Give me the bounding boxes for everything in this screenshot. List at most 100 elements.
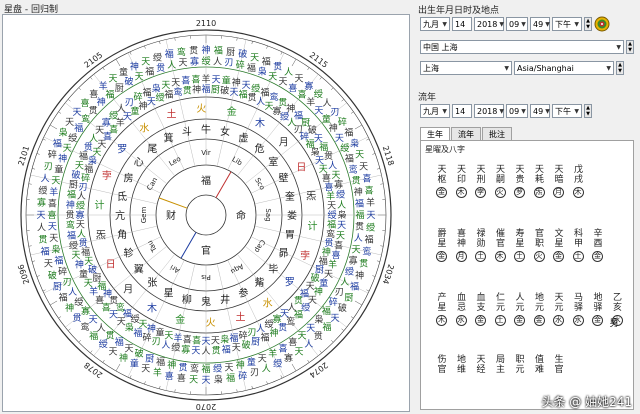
chevron-down-icon: ▼ xyxy=(574,20,579,28)
chevron-down-icon: ▼ xyxy=(574,107,579,115)
mansion-char: 虚 xyxy=(238,133,248,145)
outer-ring-char: 破 xyxy=(338,302,347,314)
chevron-down-icon: ▼ xyxy=(606,64,611,72)
birth-minute-select[interactable]: 49 ▼ xyxy=(530,17,550,31)
planet-char: 炁 xyxy=(306,190,316,202)
outer-ring-char: 厨 xyxy=(115,83,124,94)
outer-ring-char: 童 xyxy=(54,164,63,176)
outer-ring-char: 绶 xyxy=(38,184,47,196)
house-char: 官 xyxy=(201,244,211,257)
wheel-tick xyxy=(307,359,310,363)
outer-ring-char: 绶 xyxy=(153,51,162,63)
outer-ring-char: 人 xyxy=(167,60,176,71)
wheel-tick xyxy=(380,245,384,247)
outer-ring-char: 天 xyxy=(171,78,180,88)
wheel-tick xyxy=(174,37,176,41)
star-row1-5-label: 天耗 xyxy=(534,165,544,185)
outer-ring-char: 人 xyxy=(262,364,271,375)
planet-char: 火 xyxy=(206,317,216,329)
flow-year-select[interactable]: 2018 ▼ xyxy=(474,104,504,118)
outer-ring-char: 绶 xyxy=(345,265,354,277)
outer-ring-char: 人 xyxy=(37,222,46,233)
flow-month-select[interactable]: 九月 ▼ xyxy=(420,104,450,118)
star-row3-8-element: 金 xyxy=(592,315,603,326)
flow-minute-select[interactable]: 49 ▼ xyxy=(530,104,550,118)
wheel-tick xyxy=(115,58,121,67)
mansion-char: 胃 xyxy=(285,229,295,241)
outer-ring-char: 天 xyxy=(141,57,150,67)
birth-country-select[interactable]: 中国 上海 ▼ xyxy=(420,40,624,54)
outer-ring-char: 喜 xyxy=(48,197,57,209)
outer-ring-char: 福 xyxy=(59,292,68,304)
outer-ring-char: 天 xyxy=(335,134,344,144)
star-row3-3-element: 土 xyxy=(494,315,506,326)
outer-ring-char: 喜 xyxy=(165,370,174,382)
wheel-tick xyxy=(67,99,71,102)
chart-canvas[interactable]: 2110 2115 2118 2034 2074 2070 2078 2096 2101 2105… xyxy=(2,14,410,412)
outer-ring-char: 福 xyxy=(239,89,248,101)
birth-hour-select[interactable]: 09 ▼ xyxy=(506,17,528,31)
birth-datetime-row: 九月 ▼ 14 2018 ▼ 09 ▼ 49 ▼ 下午 ▼ ▲ ▼ xyxy=(420,16,610,32)
outer-ring-char: 喜 xyxy=(47,209,56,221)
outer-ring-char: 羊 xyxy=(153,367,162,379)
outer-ring-char: 绶 xyxy=(213,363,222,375)
outer-ring-char: 喜 xyxy=(362,172,371,184)
birth-year-select[interactable]: 2018 ▼ xyxy=(474,17,504,31)
mansion-char: 轸 xyxy=(124,246,134,259)
compass-icon[interactable] xyxy=(594,16,610,32)
outer-ring-char: 福 xyxy=(247,62,256,74)
stars-panel: 星曜及八字 天枢金天印木天刑孛天嗣火天贵罗天耗炁天暗月戊戌木爵星金喜神月禄勋土催… xyxy=(420,140,634,410)
birth-month-select[interactable]: 九月 ▼ xyxy=(420,17,450,31)
year-label: 2074 xyxy=(308,360,330,379)
star-row2-0-element: 金 xyxy=(436,251,447,262)
flow-time-spinner[interactable]: ▲ ▼ xyxy=(584,104,592,118)
birth-city-select[interactable]: 上海 ▼ xyxy=(420,61,512,75)
flow-section-title: 流年 xyxy=(418,93,437,103)
star-row1-7-label: 戊戌 xyxy=(573,165,583,185)
wheel-tick xyxy=(28,245,32,247)
star-row3-7-label: 马驿 xyxy=(573,293,583,313)
wheel-tick xyxy=(102,359,105,363)
birth-ampm-select[interactable]: 下午 ▼ xyxy=(552,17,582,31)
flow-day-field[interactable]: 14 xyxy=(452,104,472,118)
outer-ring-char: 人 xyxy=(213,56,222,67)
mansion-char: 斗 xyxy=(182,126,192,138)
gender-label: 男 xyxy=(609,319,619,329)
astrology-wheel[interactable]: 2110 2115 2118 2034 2074 2070 2078 2096 2101 2105… xyxy=(3,15,409,411)
outer-ring-char: 鸾 xyxy=(362,246,371,258)
outer-ring-char: 绶 xyxy=(251,82,260,94)
outer-ring-char: 天 xyxy=(211,337,220,347)
outer-ring-char: 寡 xyxy=(272,313,281,325)
star-row3-0-element: 木 xyxy=(436,315,447,326)
chevron-down-icon: ▼ xyxy=(545,107,550,115)
country-spinner[interactable]: ▲ ▼ xyxy=(626,40,634,54)
wheel-tick xyxy=(380,183,384,185)
tab-annotation[interactable]: 批注 xyxy=(482,127,512,141)
outer-ring-char: 天 xyxy=(65,118,74,128)
wheel-tick xyxy=(174,389,176,393)
flow-ampm-select[interactable]: 下午 ▼ xyxy=(552,104,582,118)
outer-ring-char: 福 xyxy=(344,127,353,139)
planet-char: 水 xyxy=(139,123,149,135)
flow-hour-select[interactable]: 09 ▼ xyxy=(506,104,528,118)
mansion-char: 箕 xyxy=(164,132,174,145)
outer-ring-char: 绶 xyxy=(340,142,349,154)
star-row1-0-label: 天枢 xyxy=(437,165,447,185)
year-label: 2115 xyxy=(308,50,330,69)
birth-day-field[interactable]: 14 xyxy=(452,17,472,31)
star-row2-3-label: 催官 xyxy=(495,229,505,249)
outer-ring-char: 人 xyxy=(256,324,265,335)
outer-ring-char: 刃 xyxy=(248,328,257,338)
outer-ring-char: 天 xyxy=(51,177,60,187)
wheel-tick xyxy=(32,260,36,262)
birth-time-spinner[interactable]: ▲ ▼ xyxy=(584,17,592,31)
zodiac-label: Can xyxy=(145,176,159,192)
outer-ring-char: 天 xyxy=(242,81,251,91)
mansion-char: 尾 xyxy=(147,143,157,155)
tab-flow-year[interactable]: 流年 xyxy=(451,127,481,141)
outer-ring-char: 寡 xyxy=(334,179,343,191)
birth-timezone-select[interactable]: Asia/Shanghai ▼ xyxy=(514,61,614,75)
mansion-char: 柳 xyxy=(182,293,192,306)
city-spinner[interactable]: ▲ ▼ xyxy=(616,61,624,75)
chevron-down-icon: ▼ xyxy=(442,107,447,115)
